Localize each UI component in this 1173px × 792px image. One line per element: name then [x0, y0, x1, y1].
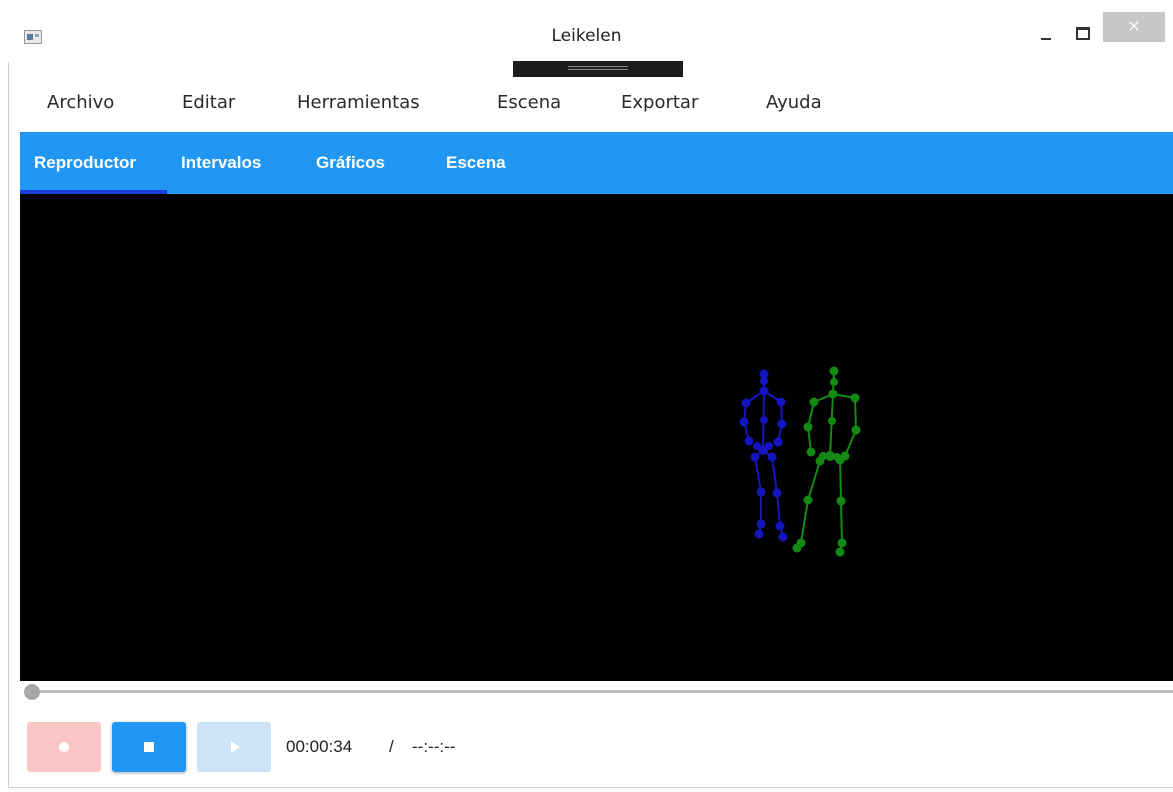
play-button[interactable]	[197, 722, 271, 772]
close-button[interactable]: ×	[1103, 12, 1165, 42]
play-icon	[231, 741, 240, 753]
seek-bar-track[interactable]	[26, 690, 1173, 693]
tab-reproductor[interactable]: Reproductor	[34, 153, 136, 173]
drag-handle[interactable]	[513, 61, 683, 77]
title-bar[interactable]: Leikelen ×	[0, 0, 1173, 62]
maximize-icon[interactable]	[1068, 24, 1096, 46]
tab-escena[interactable]: Escena	[446, 153, 506, 173]
minimize-icon[interactable]	[1032, 26, 1060, 46]
current-time: 00:00:34	[286, 737, 353, 756]
menu-item-exportar[interactable]: Exportar	[621, 92, 698, 113]
stop-icon	[144, 742, 154, 752]
tab-bar: Reproductor Intervalos Gráficos Escena	[20, 132, 1173, 194]
tab-intervalos[interactable]: Intervalos	[181, 153, 261, 173]
record-icon	[59, 742, 69, 752]
record-button[interactable]	[27, 722, 101, 772]
window-title: Leikelen	[551, 26, 622, 46]
skeleton-blue	[739, 369, 788, 542]
menu-item-editar[interactable]: Editar	[182, 92, 235, 113]
stop-button[interactable]	[112, 722, 186, 772]
tab-graficos[interactable]: Gráficos	[316, 153, 385, 173]
menu-item-ayuda[interactable]: Ayuda	[766, 92, 822, 113]
seek-bar-thumb[interactable]	[24, 684, 40, 700]
time-separator: /	[389, 737, 394, 756]
menu-item-escena[interactable]: Escena	[497, 92, 561, 113]
menu-item-archivo[interactable]: Archivo	[47, 92, 114, 113]
menu-bar: Archivo Editar Herramientas Escena Expor…	[9, 78, 1173, 132]
window-border-left	[8, 62, 9, 788]
menu-item-herramientas[interactable]: Herramientas	[297, 92, 420, 113]
skeleton-canvas	[739, 366, 861, 557]
app-window: Leikelen × Archivo Editar Herramientas E…	[0, 0, 1173, 792]
window-border-bottom	[8, 787, 1173, 788]
total-time: --:--:--	[412, 737, 456, 756]
scene-viewport[interactable]	[20, 194, 1173, 681]
skeleton-green	[792, 366, 861, 557]
